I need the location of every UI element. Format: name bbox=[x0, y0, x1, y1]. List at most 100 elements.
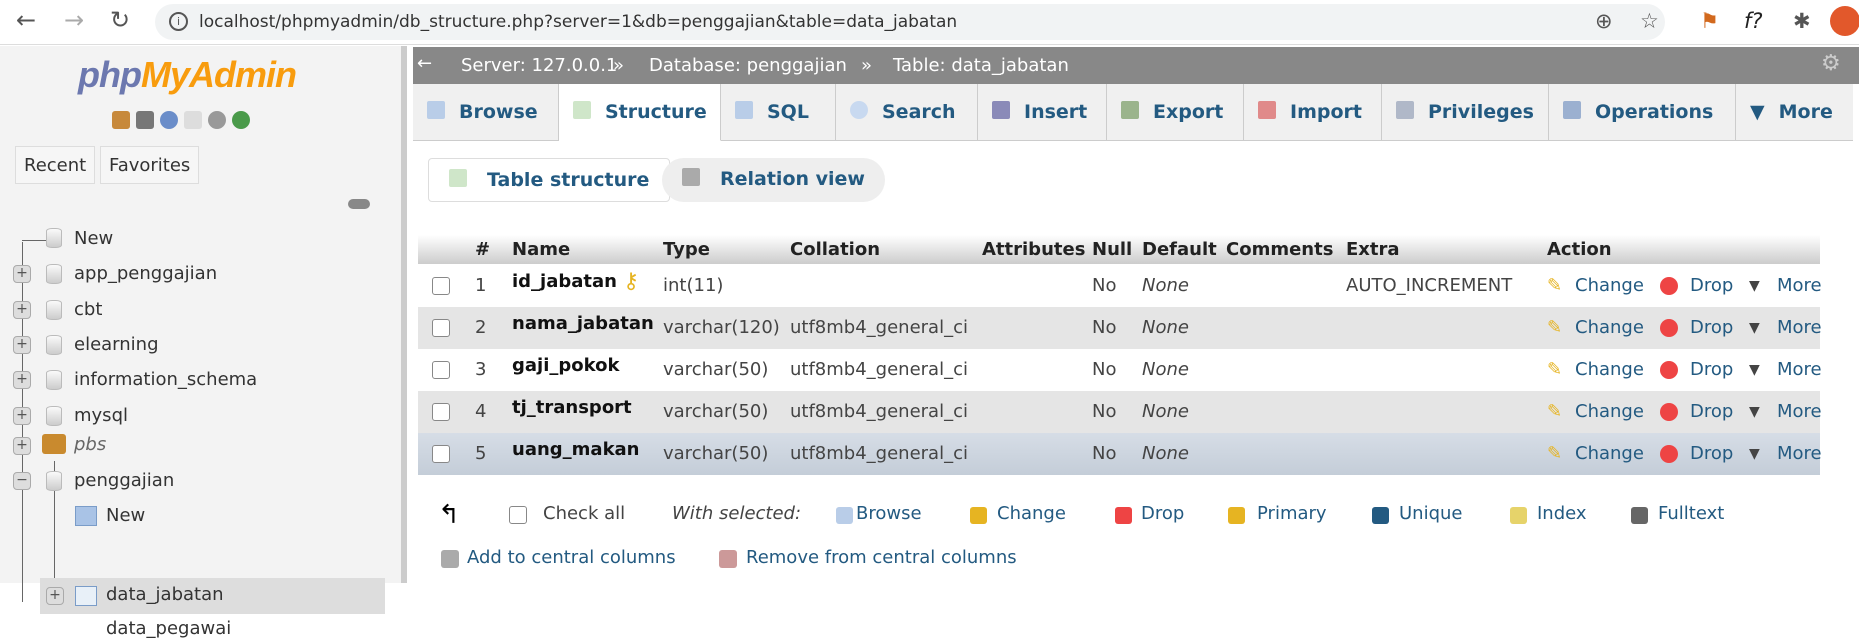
function-icon[interactable]: f? bbox=[1744, 9, 1763, 33]
home-icon[interactable] bbox=[112, 111, 130, 129]
bulk-browse-button[interactable]: Browse bbox=[856, 503, 922, 524]
row-checkbox[interactable] bbox=[432, 403, 450, 421]
drop-button[interactable]: Drop bbox=[1690, 275, 1733, 296]
drop-button[interactable]: Drop bbox=[1690, 359, 1733, 380]
settings-icon[interactable] bbox=[208, 111, 226, 129]
tab-browse[interactable]: Browse bbox=[413, 84, 559, 141]
expand-icon[interactable]: + bbox=[13, 437, 31, 455]
tab-export[interactable]: Export bbox=[1107, 84, 1244, 141]
puzzle-icon[interactable]: ✱ bbox=[1793, 9, 1811, 33]
row-checkbox[interactable] bbox=[432, 319, 450, 337]
bulk-change-button[interactable]: Change bbox=[997, 503, 1066, 524]
settings-gear-icon[interactable]: ⚙ bbox=[1821, 51, 1841, 76]
row-number: 4 bbox=[475, 401, 487, 422]
favorites-tab[interactable]: Favorites bbox=[100, 146, 200, 184]
check-all-checkbox[interactable] bbox=[509, 506, 527, 524]
pencil-icon: ✎ bbox=[1547, 317, 1563, 338]
docs-icon[interactable] bbox=[184, 111, 202, 129]
expand-icon[interactable]: + bbox=[13, 301, 31, 319]
triangle-down-icon: ▼ bbox=[1749, 278, 1760, 294]
back-icon[interactable]: ← bbox=[16, 6, 36, 34]
row-checkbox[interactable] bbox=[432, 445, 450, 463]
more-button[interactable]: More bbox=[1777, 443, 1822, 464]
tab-operations[interactable]: Operations bbox=[1549, 84, 1736, 141]
tab-import[interactable]: Import bbox=[1244, 84, 1382, 141]
tab-more[interactable]: ▼ More bbox=[1736, 84, 1853, 141]
collapse-icon[interactable]: − bbox=[13, 472, 31, 490]
column-default: None bbox=[1142, 401, 1189, 422]
bulk-primary-button[interactable]: Primary bbox=[1257, 503, 1327, 524]
address-bar[interactable]: i localhost/phpmyadmin/db_structure.php?… bbox=[155, 4, 1665, 40]
breadcrumb-table[interactable]: Table: data_jabatan bbox=[893, 55, 1069, 76]
reload-nav-icon[interactable] bbox=[232, 111, 250, 129]
tab-privileges[interactable]: Privileges bbox=[1382, 84, 1549, 141]
forward-icon[interactable]: → bbox=[64, 6, 84, 34]
remove-from-central-columns-button[interactable]: Remove from central columns bbox=[746, 547, 1017, 568]
expand-icon[interactable]: + bbox=[13, 265, 31, 283]
pencil-icon: ✎ bbox=[1547, 443, 1563, 464]
tree-db-mysql[interactable]: mysql bbox=[74, 405, 128, 426]
tree-db-penggajian[interactable]: penggajian bbox=[74, 470, 174, 491]
bulk-unique-button[interactable]: Unique bbox=[1399, 503, 1463, 524]
expand-icon[interactable]: + bbox=[46, 587, 64, 605]
tab-search[interactable]: Search bbox=[836, 84, 978, 141]
primary-key-icon: ⚷ bbox=[623, 269, 640, 294]
breadcrumb-server[interactable]: Server: 127.0.0.1 bbox=[461, 55, 617, 76]
tab-structure[interactable]: Structure bbox=[559, 84, 721, 141]
more-button[interactable]: More bbox=[1777, 401, 1822, 422]
more-button[interactable]: More bbox=[1777, 359, 1822, 380]
tree-new-database[interactable]: New bbox=[74, 228, 113, 249]
expand-icon[interactable]: + bbox=[13, 407, 31, 425]
phpmyadmin-logo[interactable]: phpMyAdmin bbox=[78, 54, 297, 96]
zoom-icon[interactable]: ⊕ bbox=[1595, 9, 1613, 33]
expand-icon[interactable]: + bbox=[13, 371, 31, 389]
check-all-label[interactable]: Check all bbox=[543, 503, 625, 524]
column-collation: utf8mb4_general_ci bbox=[790, 443, 968, 464]
sql-icon bbox=[735, 101, 753, 119]
drop-button[interactable]: Drop bbox=[1690, 317, 1733, 338]
collapse-sidebar-icon[interactable]: ← bbox=[417, 53, 432, 74]
drop-icon bbox=[1115, 507, 1132, 524]
star-icon[interactable]: ☆ bbox=[1640, 9, 1659, 33]
tab-insert[interactable]: Insert bbox=[978, 84, 1107, 141]
tree-new-table[interactable]: New bbox=[106, 505, 145, 526]
database-icon bbox=[46, 300, 62, 320]
bulk-fulltext-button[interactable]: Fulltext bbox=[1658, 503, 1724, 524]
more-button[interactable]: More bbox=[1777, 275, 1822, 296]
row-checkbox[interactable] bbox=[432, 277, 450, 295]
change-button[interactable]: Change bbox=[1575, 443, 1644, 464]
tree-group-pbs[interactable]: pbs bbox=[74, 434, 106, 455]
url-text[interactable]: localhost/phpmyadmin/db_structure.php?se… bbox=[199, 12, 957, 32]
link-icon[interactable] bbox=[348, 199, 370, 209]
relation-view-button[interactable]: Relation view bbox=[662, 158, 885, 202]
tree-db-elearning[interactable]: elearning bbox=[74, 334, 159, 355]
more-button[interactable]: More bbox=[1777, 317, 1822, 338]
tree-db-cbt[interactable]: cbt bbox=[74, 299, 102, 320]
breadcrumb-database[interactable]: Database: penggajian bbox=[649, 55, 847, 76]
change-button[interactable]: Change bbox=[1575, 317, 1644, 338]
drop-button[interactable]: Drop bbox=[1690, 401, 1733, 422]
tree-table-data-jabatan[interactable]: data_jabatan bbox=[106, 584, 224, 605]
add-to-central-columns-button[interactable]: Add to central columns bbox=[467, 547, 676, 568]
logout-icon[interactable] bbox=[136, 111, 154, 129]
tab-sql[interactable]: SQL bbox=[721, 84, 836, 141]
change-button[interactable]: Change bbox=[1575, 359, 1644, 380]
row-checkbox[interactable] bbox=[432, 361, 450, 379]
info-icon[interactable]: i bbox=[169, 12, 188, 31]
tree-table-data-pegawai[interactable]: data_pegawai bbox=[106, 618, 231, 639]
tree-db-app-penggajian[interactable]: app_penggajian bbox=[74, 263, 217, 284]
tree-db-information-schema[interactable]: information_schema bbox=[74, 369, 257, 390]
profile-icon[interactable] bbox=[1830, 6, 1859, 36]
extension-icon[interactable]: ⚑ bbox=[1700, 9, 1719, 33]
drop-button[interactable]: Drop bbox=[1690, 443, 1733, 464]
bulk-drop-button[interactable]: Drop bbox=[1141, 503, 1184, 524]
bulk-index-button[interactable]: Index bbox=[1537, 503, 1587, 524]
change-button[interactable]: Change bbox=[1575, 275, 1644, 296]
change-button[interactable]: Change bbox=[1575, 401, 1644, 422]
expand-icon[interactable]: + bbox=[13, 336, 31, 354]
recent-tab[interactable]: Recent bbox=[15, 146, 96, 184]
help-icon[interactable] bbox=[160, 111, 178, 129]
reload-icon[interactable]: ↻ bbox=[110, 6, 130, 34]
table-structure-button[interactable]: Table structure bbox=[428, 158, 671, 202]
col-header-name[interactable]: Name bbox=[512, 239, 570, 260]
